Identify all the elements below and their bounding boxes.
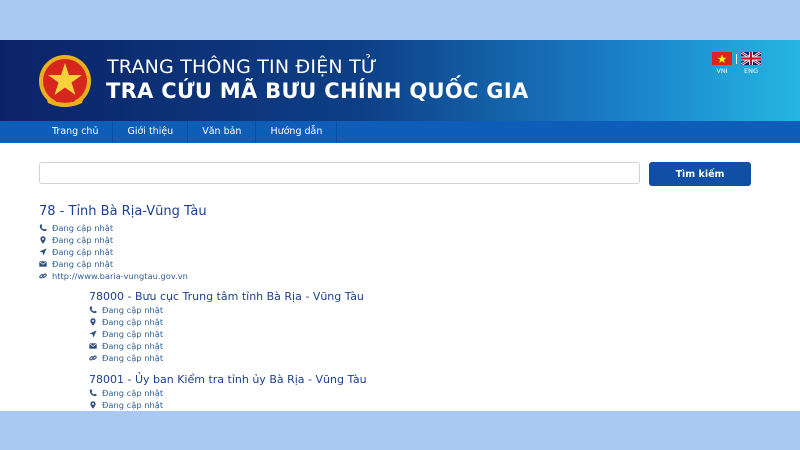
envelope-icon	[89, 343, 97, 349]
search-input[interactable]	[39, 162, 640, 184]
phone-icon	[39, 224, 47, 231]
link-icon	[39, 273, 47, 279]
language-eng-label: ENG	[743, 67, 758, 75]
province-address: Đang cập nhật	[52, 235, 114, 245]
uk-flag-icon	[741, 52, 761, 65]
province-website-row: http://www.baria-vungtau.gov.vn	[39, 270, 188, 282]
header-subtitle: TRANG THÔNG TIN ĐIỆN TỬ	[107, 56, 378, 78]
nav-item-about[interactable]: Giới thiệu	[113, 121, 189, 143]
site-header: TRANG THÔNG TIN ĐIỆN TỬ TRA CỨU MÃ BƯU C…	[0, 40, 800, 121]
province-phone-row: Đang cập nhật	[39, 222, 188, 234]
province-info: Đang cập nhật Đang cập nhật Đang cập nhậ…	[39, 222, 188, 282]
office-address: Đang cập nhật	[102, 317, 164, 327]
province-title[interactable]: 78 - Tỉnh Bà Rịa-Vũng Tàu	[39, 204, 207, 219]
office-location-row: Đang cập nhật	[89, 328, 163, 340]
office-website[interactable]: Đang cập nhật	[102, 353, 163, 363]
location-arrow-icon	[39, 248, 47, 256]
office-email-row: Đang cập nhật	[89, 340, 163, 352]
office-address-row: Đang cập nhật	[89, 399, 163, 411]
map-marker-icon	[40, 236, 46, 244]
nav-item-guide[interactable]: Hướng dẫn	[256, 121, 338, 143]
office-email: Đang cập nhật	[102, 341, 164, 351]
language-separator	[736, 54, 737, 64]
map-marker-icon	[90, 318, 96, 326]
province-location: Đang cập nhật	[52, 247, 114, 257]
language-vni-button[interactable]: VNI	[711, 52, 733, 75]
phone-icon	[89, 306, 97, 313]
vietnam-flag-icon	[712, 52, 732, 65]
office-title[interactable]: 78000 - Bưu cục Trung tâm tỉnh Bà Rịa - …	[89, 290, 364, 303]
phone-icon	[89, 389, 97, 396]
search-button[interactable]: Tìm kiếm	[649, 162, 751, 186]
office-website-row: Đang cập nhật	[89, 352, 163, 364]
province-email-row: Đang cập nhật	[39, 258, 188, 270]
language-eng-button[interactable]: ENG	[740, 52, 762, 75]
office-phone: Đang cập nhật	[102, 388, 164, 398]
office-phone-row: Đang cập nhật	[89, 387, 163, 399]
office-address: Đang cập nhật	[102, 400, 164, 410]
office-info: Đang cập nhật Đang cập nhật	[89, 387, 163, 411]
header-title: TRA CỨU MÃ BƯU CHÍNH QUỐC GIA	[106, 79, 529, 103]
office-info: Đang cập nhật Đang cập nhật Đang cập nhậ…	[89, 304, 163, 364]
nav-item-home[interactable]: Trang chủ	[38, 121, 114, 143]
province-address-row: Đang cập nhật	[39, 234, 188, 246]
language-vni-label: VNI	[716, 67, 728, 75]
office-phone: Đang cập nhật	[102, 305, 164, 315]
main-nav: Trang chủ Giới thiệu Văn bản Hướng dẫn	[0, 121, 800, 143]
national-emblem-icon	[39, 55, 91, 107]
office-address-row: Đang cập nhật	[89, 316, 163, 328]
province-email: Đang cập nhật	[52, 259, 114, 269]
map-marker-icon	[90, 401, 96, 409]
province-location-row: Đang cập nhật	[39, 246, 188, 258]
envelope-icon	[39, 261, 47, 267]
browser-page: TRANG THÔNG TIN ĐIỆN TỬ TRA CỨU MÃ BƯU C…	[0, 40, 800, 411]
link-icon	[89, 355, 97, 361]
office-location: Đang cập nhật	[102, 329, 164, 339]
office-phone-row: Đang cập nhật	[89, 304, 163, 316]
province-phone: Đang cập nhật	[52, 223, 114, 233]
province-website-link[interactable]: http://www.baria-vungtau.gov.vn	[52, 271, 188, 281]
location-arrow-icon	[89, 330, 97, 338]
nav-item-documents[interactable]: Văn bản	[188, 121, 257, 143]
office-title[interactable]: 78001 - Ủy ban Kiểm tra tỉnh ủy Bà Rịa -…	[89, 373, 367, 386]
